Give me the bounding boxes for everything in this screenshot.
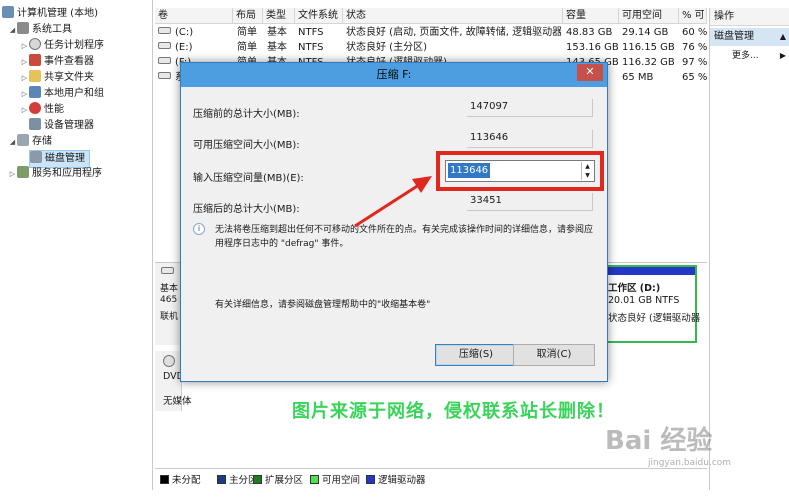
watermark-text: 图片来源于网络，侵权联系站长删除！ [292,401,615,422]
baidu-logo: Bai 经验 [605,426,713,456]
baidu-url: jingyan.baidu.com [648,458,732,468]
